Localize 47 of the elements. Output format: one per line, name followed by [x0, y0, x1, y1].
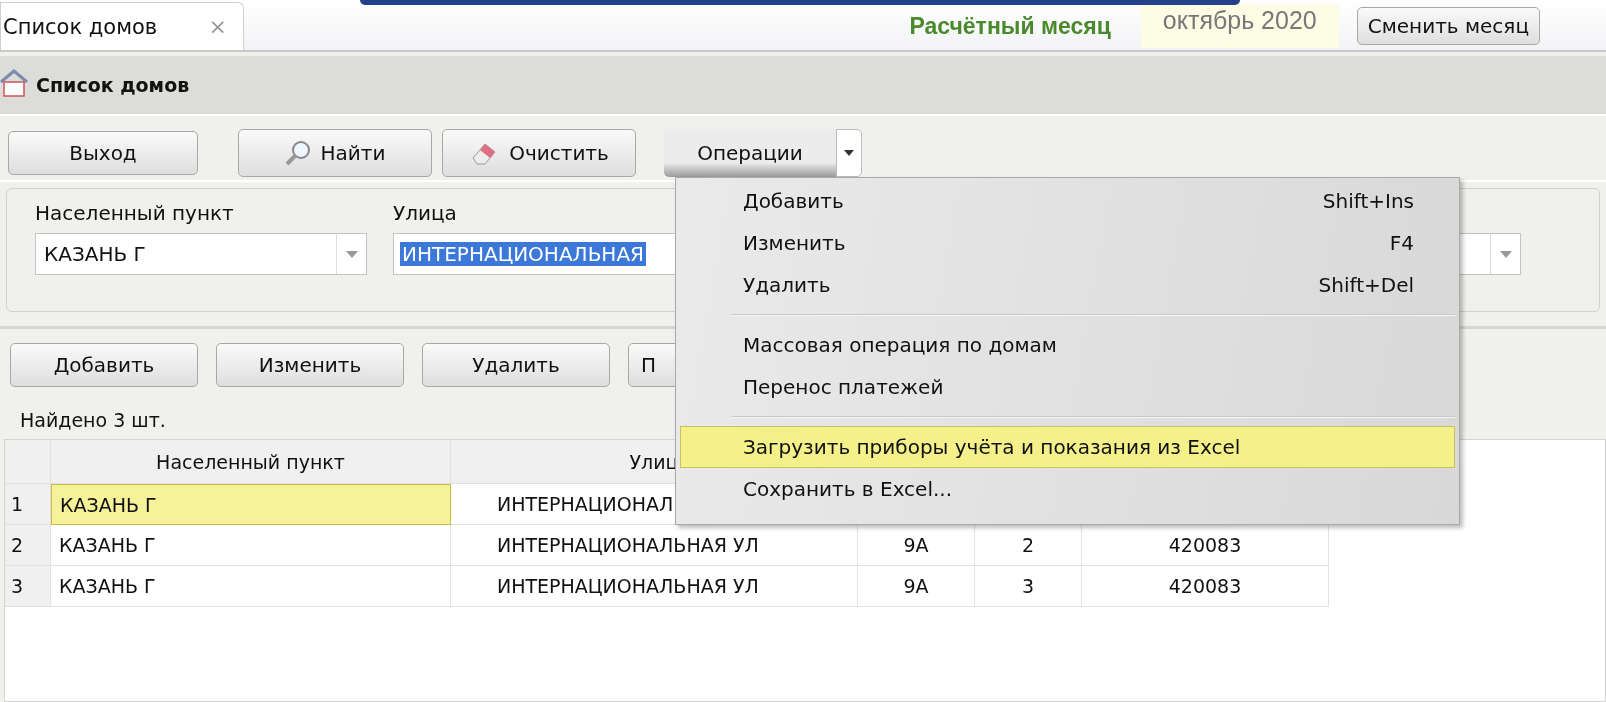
field-value: ИНТЕРНАЦИОНАЛЬНАЯ: [400, 242, 646, 266]
header-corner: [5, 440, 51, 484]
toolbar-button[interactable]: Выход: [8, 131, 198, 175]
menu-item[interactable]: Удалить Shift+Del: [680, 264, 1455, 306]
tab-label: Список домов: [3, 14, 158, 39]
table-cell: 420083: [1082, 566, 1329, 607]
tab[interactable]: Список домов ×: [0, 2, 244, 50]
row-number: 2: [5, 525, 51, 566]
change-month-button[interactable]: Сменить месяц: [1356, 7, 1540, 45]
shortcut-label: F4: [1389, 231, 1414, 255]
panel-title: Список домов: [36, 74, 190, 96]
table-cell: 3: [975, 566, 1082, 607]
period-label: Расчётный месяц: [909, 12, 1111, 40]
caret-icon: [844, 150, 854, 156]
found-count: Найдено 3 шт.: [19, 408, 167, 431]
table-cell: ИНТЕРНАЦИОНАЛЬНАЯ УЛ: [451, 525, 858, 566]
shortcut-label: Shift+Ins: [1322, 189, 1414, 213]
column-header[interactable]: Населенный пункт: [51, 440, 451, 484]
row-number: 3: [5, 566, 51, 607]
action-button[interactable]: Удалить: [422, 343, 610, 387]
field-label: Населенный пункт: [35, 201, 234, 225]
table-cell: 9А: [858, 566, 975, 607]
row-number: 1: [5, 484, 51, 525]
table-cell: КАЗАНЬ Г: [51, 484, 451, 525]
action-button[interactable]: Добавить: [10, 343, 198, 387]
table-cell: КАЗАНЬ Г: [51, 525, 451, 566]
period-value: октябрь 2020: [1140, 4, 1339, 48]
combo-field[interactable]: КАЗАНЬ Г: [35, 233, 367, 275]
menu-item[interactable]: Изменить F4: [680, 222, 1455, 264]
caret-icon: [1499, 250, 1512, 258]
table-cell: 420083: [1082, 525, 1329, 566]
table-cell: ИНТЕРНАЦИОНАЛЬНАЯ УЛ: [451, 566, 858, 607]
action-button[interactable]: Изменить: [216, 343, 404, 387]
dropdown-button[interactable]: [836, 129, 862, 177]
table-cell: 2: [975, 525, 1082, 566]
menu-item[interactable]: Загрузить приборы учёта и показания из Excel: [680, 426, 1455, 468]
search-icon: [284, 140, 311, 166]
caret-icon: [345, 250, 358, 258]
field-value: КАЗАНЬ Г: [43, 242, 147, 266]
toolbar-button[interactable]: Найти: [238, 129, 432, 177]
field-label: Улица: [393, 201, 457, 225]
table-cell: КАЗАНЬ Г: [51, 566, 451, 607]
menu-item[interactable]: Добавить Shift+Ins: [680, 180, 1455, 222]
table-cell: 9А: [858, 525, 975, 566]
toolbar-button[interactable]: Очистить: [442, 129, 636, 177]
operations-button[interactable]: Операции: [664, 129, 836, 177]
shortcut-label: Shift+Del: [1318, 273, 1414, 297]
